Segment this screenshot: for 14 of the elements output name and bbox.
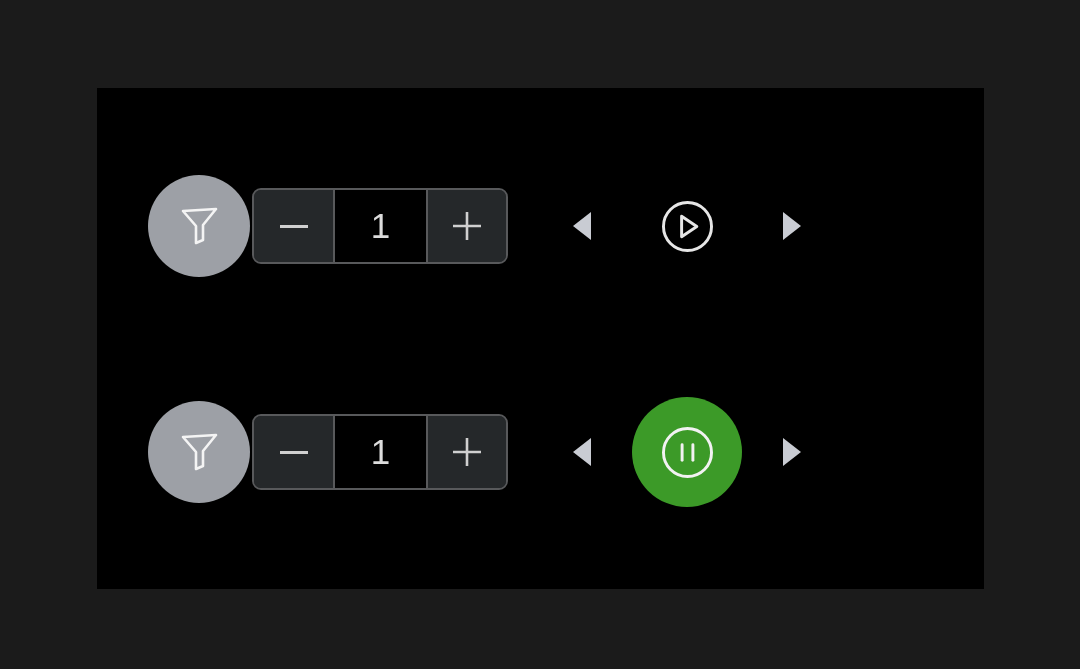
filter-icon bbox=[180, 207, 218, 245]
filter-icon bbox=[180, 433, 218, 471]
left-triangle-icon[interactable] bbox=[573, 438, 591, 466]
pause-icon bbox=[661, 426, 713, 478]
plus-icon bbox=[453, 438, 481, 466]
right-triangle-icon[interactable] bbox=[783, 438, 801, 466]
left-triangle-icon[interactable] bbox=[573, 212, 591, 240]
minus-icon bbox=[279, 450, 308, 454]
right-triangle-icon[interactable] bbox=[783, 212, 801, 240]
quantity-field[interactable]: 1 bbox=[333, 190, 428, 262]
play-icon[interactable] bbox=[661, 200, 713, 252]
minus-icon bbox=[279, 224, 308, 228]
quantity-field[interactable]: 1 bbox=[333, 416, 428, 488]
plus-icon bbox=[453, 212, 481, 240]
